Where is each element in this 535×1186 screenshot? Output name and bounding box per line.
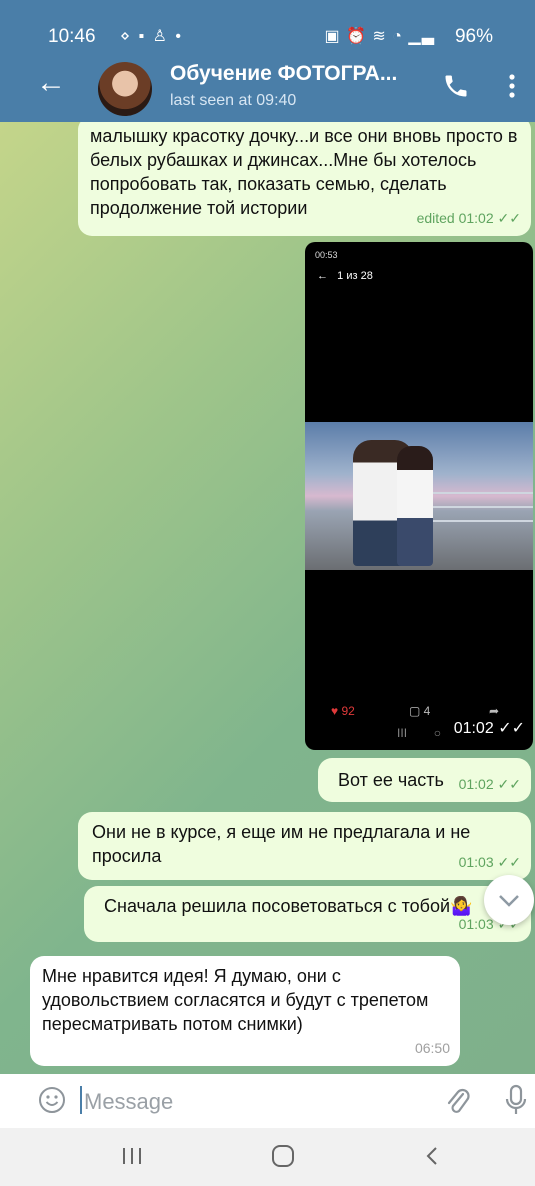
message-bubble[interactable]: Сначала решила посоветоваться с тобой🤷‍♀… bbox=[84, 886, 531, 942]
message-bubble[interactable]: Мне нравится идея! Я думаю, они с удовол… bbox=[30, 956, 460, 1066]
mic-icon[interactable] bbox=[505, 1084, 527, 1116]
chat-title[interactable]: Обучение ФОТОГРА... bbox=[170, 62, 397, 86]
recents-icon[interactable] bbox=[120, 1142, 144, 1170]
double-check-icon: ✓✓ bbox=[497, 210, 521, 226]
photo-status-time: 00:53 bbox=[315, 250, 338, 260]
battery-level: 96% bbox=[454, 26, 493, 47]
chat-area[interactable]: малышку красотку дочку...и все они вновь… bbox=[0, 122, 535, 1074]
message-meta: 01:03 ✓✓ bbox=[459, 850, 521, 874]
message-meta: edited 01:02 ✓✓ bbox=[417, 206, 521, 230]
photo-image[interactable] bbox=[305, 422, 533, 570]
message-bubble[interactable]: Вот ее часть 01:02 ✓✓ bbox=[318, 758, 531, 802]
message-input-bar bbox=[0, 1074, 535, 1128]
share-icon: ➦ bbox=[489, 704, 500, 718]
message-input[interactable] bbox=[82, 1086, 416, 1118]
comment-icon: ▢ 4 bbox=[409, 704, 431, 718]
message-text: Они не в курсе, я еще им не предлагала и… bbox=[92, 822, 471, 866]
system-icons: ▣ ⏰ ≋ ◔ ▁▃ bbox=[324, 28, 435, 45]
message-time: 06:50 bbox=[414, 1040, 450, 1056]
notification-icons: ⋄ ▪ ♙ • bbox=[120, 28, 183, 45]
status-bar: 10:46 ⋄ ▪ ♙ • ▣ ⏰ ≋ ◔ ▁▃ 96% bbox=[0, 0, 535, 56]
emoji-icon[interactable] bbox=[38, 1086, 66, 1114]
message-text: Сначала решила посоветоваться с тобой🤷‍♀… bbox=[104, 896, 473, 916]
double-check-icon: ✓✓ bbox=[497, 776, 521, 792]
system-nav-bar bbox=[0, 1128, 535, 1186]
heart-icon: ♥ 92 bbox=[331, 704, 355, 718]
status-time: 10:46 bbox=[48, 26, 96, 47]
phone-icon[interactable] bbox=[442, 72, 470, 100]
home-icon[interactable] bbox=[270, 1142, 296, 1170]
photo-person-woman bbox=[397, 446, 433, 566]
double-check-icon: ✓✓ bbox=[497, 854, 521, 870]
message-text: Мне нравится идея! Я думаю, они с удовол… bbox=[42, 966, 429, 1034]
photo-counter: ← 1 из 28 bbox=[317, 270, 373, 282]
back-nav-icon[interactable] bbox=[422, 1142, 442, 1170]
message-bubble[interactable]: Они не в курсе, я еще им не предлагала и… bbox=[78, 812, 531, 880]
back-arrow-icon[interactable]: ← bbox=[36, 68, 66, 98]
message-time: 01:03 bbox=[458, 854, 494, 870]
chevron-down-icon bbox=[499, 895, 519, 907]
chat-header: ← Обучение ФОТОГРА... last seen at 09:40 bbox=[0, 56, 535, 122]
last-seen: last seen at 09:40 bbox=[170, 92, 297, 109]
double-check-icon: ✓✓ bbox=[498, 720, 525, 737]
attach-icon[interactable] bbox=[445, 1086, 471, 1116]
photo-time: 01:02 ✓✓ bbox=[453, 720, 525, 737]
scroll-down-button[interactable] bbox=[484, 875, 534, 925]
message-time: edited 01:02 bbox=[416, 210, 494, 226]
photo-railing bbox=[421, 492, 533, 494]
photo-message[interactable]: 00:53 ← 1 из 28 ♥ 92 ▢ 4 ➦ III ○ 01:02 ✓… bbox=[305, 242, 533, 750]
message-bubble[interactable]: малышку красотку дочку...и все они вновь… bbox=[78, 122, 531, 236]
avatar[interactable] bbox=[98, 62, 152, 116]
message-meta: 01:02 ✓✓ bbox=[459, 772, 521, 796]
message-time: 01:02 bbox=[458, 776, 494, 792]
more-vert-icon[interactable] bbox=[508, 72, 516, 100]
